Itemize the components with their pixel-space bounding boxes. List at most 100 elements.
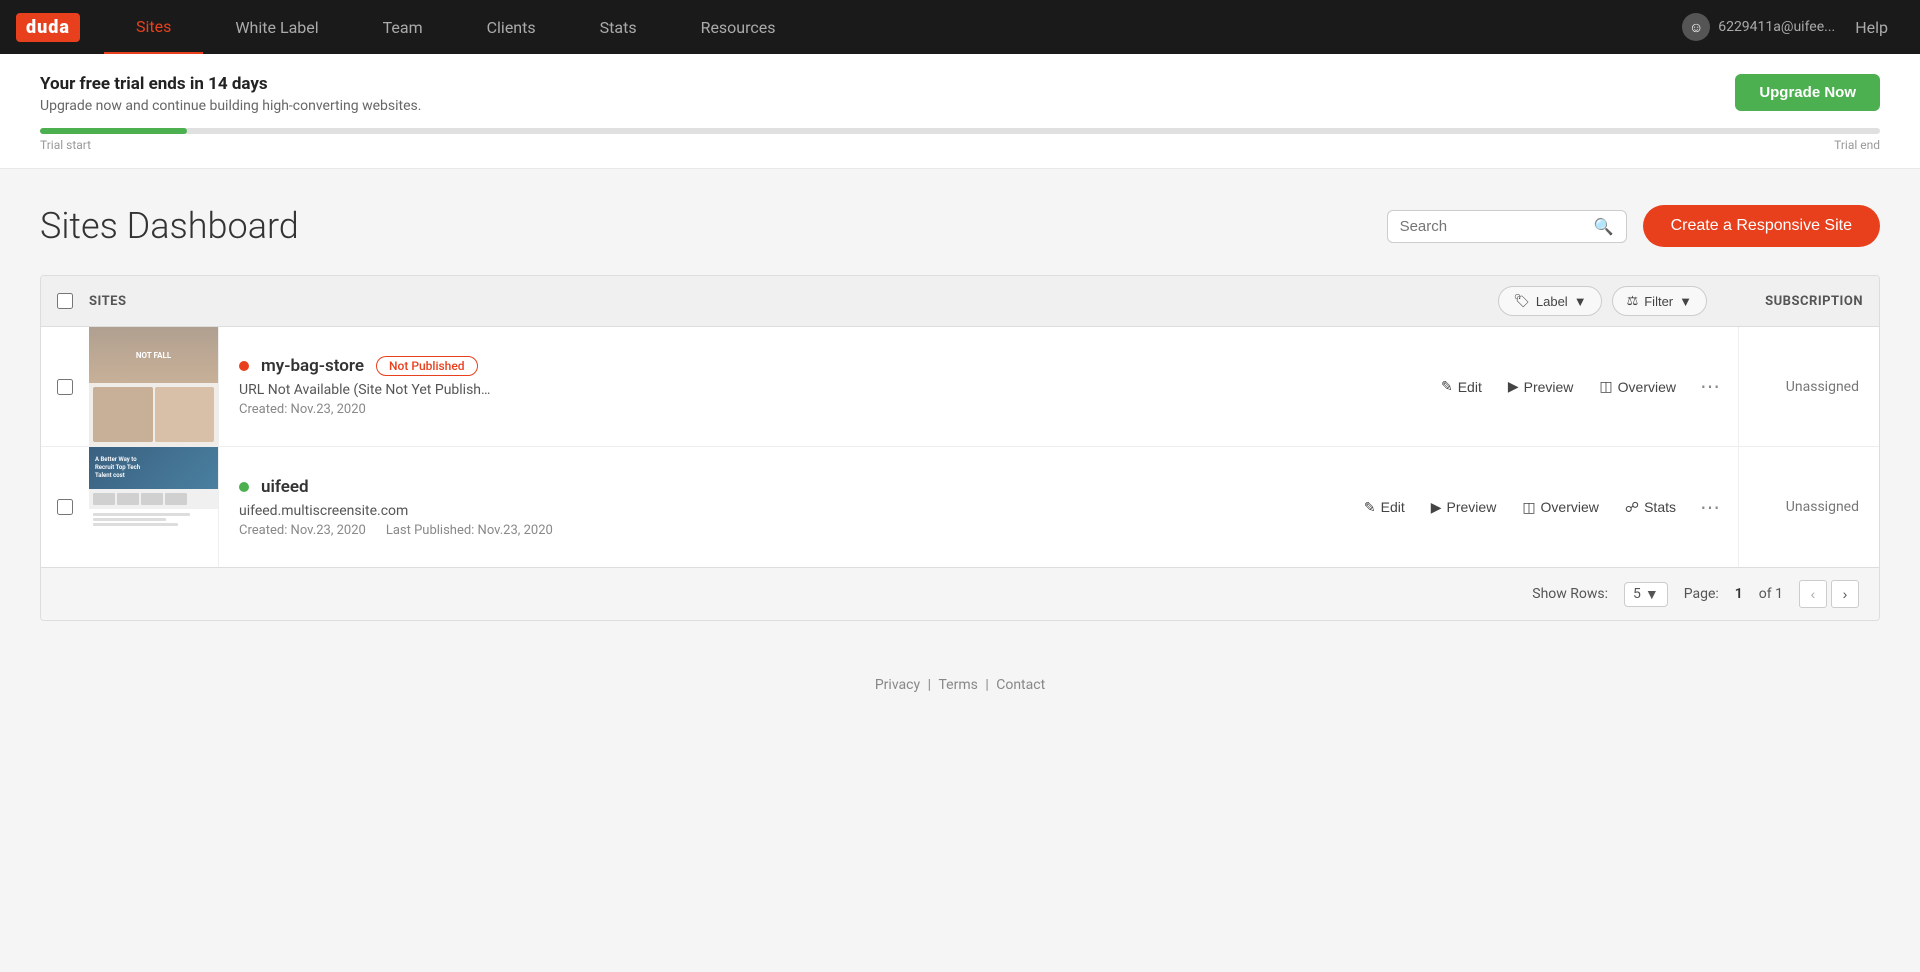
subscription-column-label: SUBSCRIPTION — [1723, 294, 1863, 309]
stats-icon-2: ☍ — [1625, 499, 1639, 516]
preview-icon-2: ▶ — [1431, 499, 1442, 516]
sites-table: SITES 🏷 Label ▼ ⚖ Filter ▼ SUBSCRIPTION — [40, 275, 1880, 621]
trial-progress-bar — [40, 128, 1880, 134]
label-button[interactable]: 🏷 Label ▼ — [1498, 286, 1601, 316]
row-actions-2: ✎ Edit ▶ Preview ◫ Overview ☍ Stats ⋯ — [1344, 447, 1739, 567]
upgrade-button[interactable]: Upgrade Now — [1735, 74, 1880, 111]
edit-icon-2: ✎ — [1364, 499, 1376, 516]
page-label: Page: — [1684, 586, 1719, 602]
row-thumbnail-2: A Better Way toRecruit Top TechTalent co… — [89, 447, 219, 567]
row-actions-1: ✎ Edit ▶ Preview ◫ Overview ⋯ — [1421, 327, 1739, 446]
create-responsive-site-button[interactable]: Create a Responsive Site — [1643, 205, 1880, 247]
site-url-1: URL Not Available (Site Not Yet Publish… — [239, 382, 1401, 398]
footer-terms-link[interactable]: Terms — [938, 677, 977, 693]
sites-column-label: SITES — [89, 294, 1498, 309]
preview-icon-1: ▶ — [1508, 378, 1519, 395]
table-row: NOT FALL my-bag-store Not Published URL … — [41, 327, 1879, 447]
filter-chevron-icon: ▼ — [1679, 294, 1692, 309]
overview-icon-2: ◫ — [1522, 499, 1535, 516]
edit-button-2[interactable]: ✎ Edit — [1352, 493, 1417, 522]
more-button-1[interactable]: ⋯ — [1690, 368, 1730, 405]
main-content: Sites Dashboard 🔍 Create a Responsive Si… — [0, 169, 1920, 645]
site-name-2: uifeed — [261, 477, 309, 497]
table-header: SITES 🏷 Label ▼ ⚖ Filter ▼ SUBSCRIPTION — [41, 276, 1879, 327]
site-url-2: uifeed.multiscreensite.com — [239, 503, 1324, 519]
filter-btn-text: Filter — [1644, 294, 1673, 309]
nav-help[interactable]: Help — [1855, 18, 1888, 37]
trial-title: Your free trial ends in 14 days — [40, 74, 1880, 94]
preview-button-1[interactable]: ▶ Preview — [1496, 372, 1586, 401]
status-dot-2 — [239, 482, 249, 492]
table-row: A Better Way toRecruit Top TechTalent co… — [41, 447, 1879, 567]
not-published-badge: Not Published — [376, 356, 478, 376]
page-nav: ‹ › — [1799, 580, 1859, 608]
main-nav: duda Sites White Label Team Clients Stat… — [0, 0, 1920, 54]
edit-icon-1: ✎ — [1441, 378, 1453, 395]
overview-icon-1: ◫ — [1599, 378, 1612, 395]
rows-value: 5 — [1633, 586, 1641, 602]
row-info-1: my-bag-store Not Published URL Not Avail… — [219, 327, 1421, 446]
row-subscription-1: Unassigned — [1739, 327, 1879, 446]
select-all-checkbox[interactable] — [57, 293, 73, 309]
trial-end-label: Trial end — [1834, 138, 1880, 152]
search-input[interactable] — [1400, 218, 1586, 235]
overview-button-1[interactable]: ◫ Overview — [1587, 372, 1688, 401]
table-footer: Show Rows: 5 ▼ Page: 1 of 1 ‹ › — [41, 567, 1879, 620]
site-meta-1: Created: Nov.23, 2020 — [239, 402, 1401, 417]
logo[interactable]: duda — [16, 13, 80, 42]
trial-start-label: Trial start — [40, 138, 91, 152]
nav-item-resources[interactable]: Resources — [669, 0, 808, 54]
user-icon: ☺ — [1682, 13, 1710, 41]
page-next-button[interactable]: › — [1831, 580, 1859, 608]
of-label: of 1 — [1759, 586, 1783, 602]
trial-banner: Upgrade Now Your free trial ends in 14 d… — [0, 54, 1920, 169]
row-checkbox-2[interactable] — [41, 447, 89, 567]
status-dot-1 — [239, 361, 249, 371]
nav-right: ☺ 6229411a@uifee... Help — [1682, 13, 1920, 41]
site-name-1: my-bag-store — [261, 356, 364, 376]
label-btn-text: Label — [1536, 294, 1568, 309]
trial-bar-fill — [40, 128, 187, 134]
row-subscription-2: Unassigned — [1739, 447, 1879, 567]
trial-labels: Trial start Trial end — [40, 138, 1880, 152]
search-box[interactable]: 🔍 — [1387, 210, 1627, 243]
footer-privacy-link[interactable]: Privacy — [875, 677, 920, 693]
user-email: 6229411a@uifee... — [1718, 19, 1835, 35]
search-icon[interactable]: 🔍 — [1594, 217, 1614, 236]
more-button-2[interactable]: ⋯ — [1690, 489, 1730, 526]
dashboard-header: Sites Dashboard 🔍 Create a Responsive Si… — [40, 205, 1880, 247]
nav-item-sites[interactable]: Sites — [104, 0, 203, 54]
edit-button-1[interactable]: ✎ Edit — [1429, 372, 1494, 401]
trial-subtitle: Upgrade now and continue building high-c… — [40, 98, 1880, 114]
label-icon: 🏷 — [1513, 293, 1530, 309]
show-rows-label: Show Rows: — [1532, 586, 1608, 602]
header-right: 🔍 Create a Responsive Site — [1387, 205, 1880, 247]
preview-button-2[interactable]: ▶ Preview — [1419, 493, 1509, 522]
page-prev-button[interactable]: ‹ — [1799, 580, 1827, 608]
nav-item-team[interactable]: Team — [351, 0, 455, 54]
nav-item-stats[interactable]: Stats — [568, 0, 669, 54]
filter-button[interactable]: ⚖ Filter ▼ — [1612, 286, 1707, 316]
table-header-controls: 🏷 Label ▼ ⚖ Filter ▼ — [1498, 286, 1707, 316]
page-footer: Privacy | Terms | Contact — [0, 645, 1920, 725]
trial-bar-bg — [40, 128, 1880, 134]
stats-button-2[interactable]: ☍ Stats — [1613, 493, 1688, 522]
nav-item-white-label[interactable]: White Label — [203, 0, 350, 54]
nav-items: Sites White Label Team Clients Stats Res… — [104, 0, 1682, 54]
footer-sep-2: | — [985, 677, 988, 693]
filter-icon: ⚖ — [1627, 293, 1639, 309]
page-number: 1 — [1735, 586, 1743, 602]
row-info-2: uifeed uifeed.multiscreensite.com Create… — [219, 447, 1344, 567]
label-chevron-icon: ▼ — [1574, 294, 1587, 309]
footer-sep-1: | — [928, 677, 931, 693]
footer-contact-link[interactable]: Contact — [996, 677, 1045, 693]
row-checkbox-1[interactable] — [41, 327, 89, 446]
nav-user[interactable]: ☺ 6229411a@uifee... — [1682, 13, 1835, 41]
rows-chevron-icon: ▼ — [1645, 586, 1659, 603]
row-thumbnail-1: NOT FALL — [89, 327, 219, 446]
nav-item-clients[interactable]: Clients — [455, 0, 568, 54]
dashboard-title: Sites Dashboard — [40, 205, 299, 247]
overview-button-2[interactable]: ◫ Overview — [1510, 493, 1611, 522]
site-meta-2: Created: Nov.23, 2020 Last Published: No… — [239, 523, 1324, 538]
rows-select[interactable]: 5 ▼ — [1624, 582, 1668, 607]
